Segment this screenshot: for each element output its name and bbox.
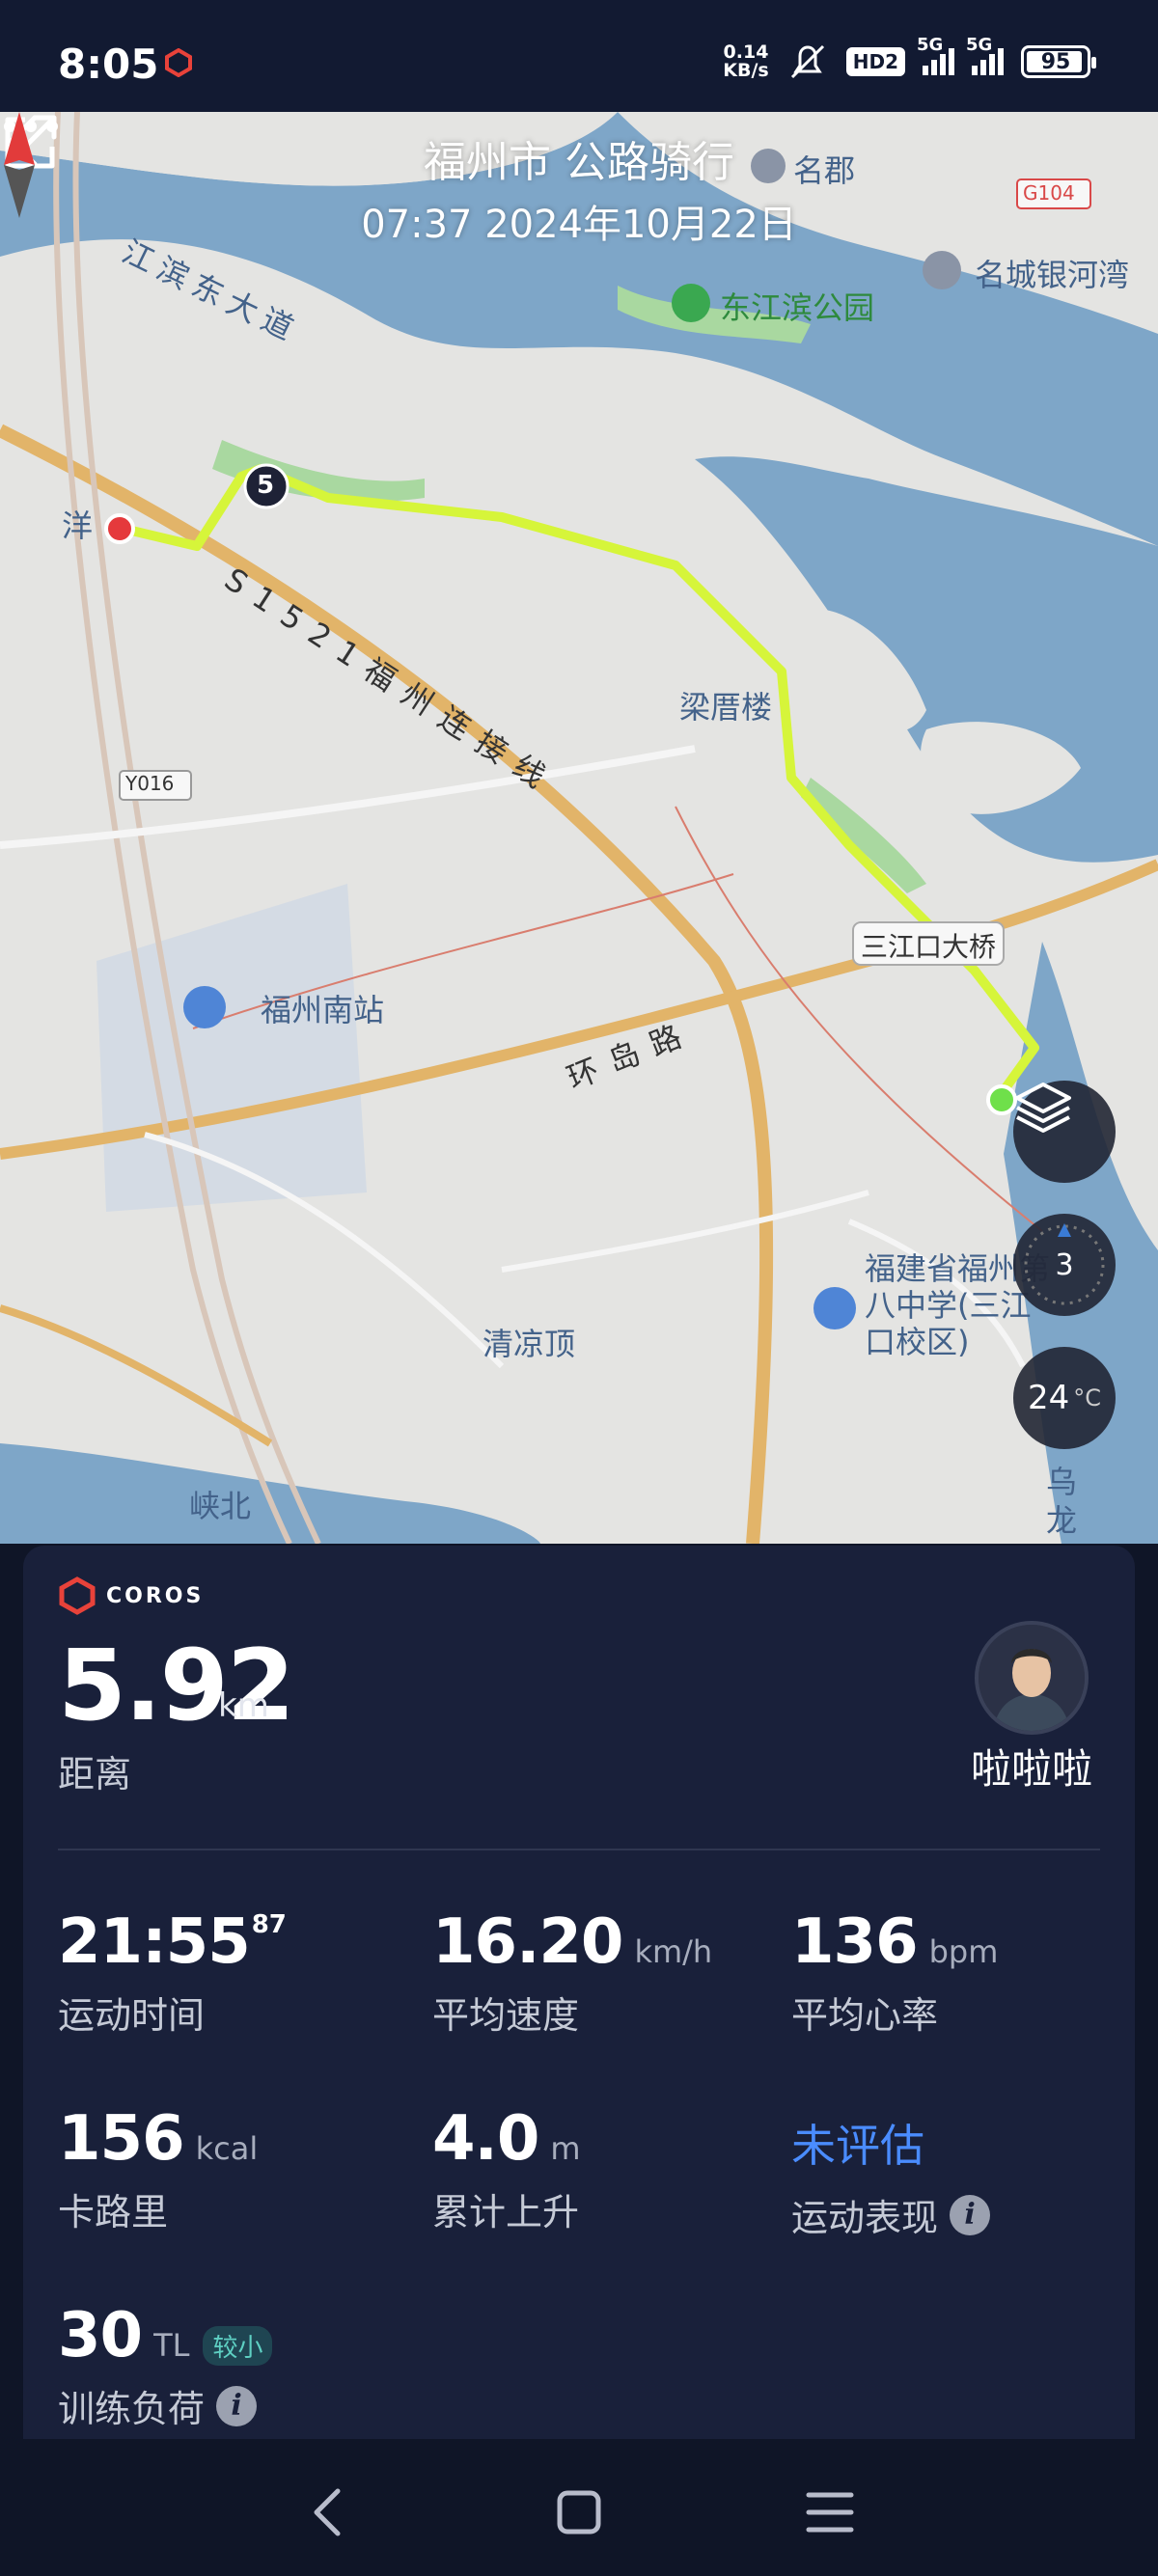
route-start-marker <box>986 1084 1017 1115</box>
signal-5g-2-icon: 5G <box>966 35 1004 75</box>
route-end-marker <box>104 513 135 544</box>
net-speed: 0.14 KB/s <box>723 41 769 81</box>
coros-brand-text: COROS <box>106 1583 205 1608</box>
coros-notification-icon <box>165 48 192 77</box>
status-icons: 0.14 KB/s HD2 5G 5G 95 <box>723 35 1096 81</box>
temperature-value: 24 <box>1027 1379 1070 1417</box>
stat-elevation-gain: 4.0 m 累计上升 <box>432 2103 581 2233</box>
map-level-button[interactable]: 3 <box>1013 1214 1116 1316</box>
hd-badge: HD2 <box>845 47 905 76</box>
mute-bell-icon <box>790 44 824 79</box>
coros-logo-icon <box>59 1576 96 1615</box>
stat-training-load: 30 TL 较小 训练负荷 i <box>58 2300 273 2432</box>
map-label-wulong: 乌龙 <box>1046 1464 1078 1539</box>
training-load-label: 训练负荷 <box>58 2388 206 2430</box>
performance-value[interactable]: 未评估 <box>791 2111 990 2175</box>
temperature-unit: °C <box>1073 1384 1102 1411</box>
nav-back-icon[interactable] <box>290 2474 367 2551</box>
temperature-badge: 24 °C <box>1013 1347 1116 1449</box>
status-bar: 8:05 0.14 KB/s HD2 5G 5G 95 <box>0 0 1158 112</box>
map-level-value: 3 <box>1055 1247 1074 1282</box>
layers-icon <box>1015 1082 1071 1133</box>
coros-brand: COROS <box>58 1576 204 1615</box>
stat-performance[interactable]: 未评估 运动表现 i <box>791 2111 991 2241</box>
info-icon[interactable]: i <box>216 2385 258 2426</box>
stat-calories: 156 kcal 卡路里 <box>58 2103 259 2233</box>
map-label-qingliang: 清凉顶 <box>482 1326 576 1362</box>
nav-menu-icon[interactable] <box>791 2474 868 2551</box>
map-label-dongjiang-park: 东江滨公园 <box>720 289 875 326</box>
signal-5g-1-icon: 5G <box>917 35 954 75</box>
system-nav-bar <box>0 2439 1158 2576</box>
map-label-yang: 洋 <box>62 507 94 544</box>
stat-avg-heart-rate: 136 bpm 平均心率 <box>791 1906 999 2037</box>
training-load-tag: 较小 <box>203 2326 273 2366</box>
avatar[interactable] <box>975 1621 1089 1735</box>
layers-button[interactable] <box>1013 1081 1116 1183</box>
user-name: 啦啦啦 <box>970 1745 1092 1793</box>
stat-avg-speed: 16.20 km/h 平均速度 <box>432 1906 713 2037</box>
distance-label: 距离 <box>58 1753 132 1795</box>
performance-label: 运动表现 <box>791 2197 939 2239</box>
activity-summary-panel: COROS 5.92 km 距离 啦啦啦 21:5587 运动时间 16.20 k… <box>23 1546 1135 2439</box>
map-label-y016: Y016 <box>125 772 175 795</box>
map-label-sanjiangkou: 三江口大桥 <box>861 931 997 963</box>
activity-datetime: 07:37 2024年10月22日 <box>361 203 797 247</box>
lap-marker-label: 5 <box>257 471 275 500</box>
compass-icon[interactable] <box>0 112 39 218</box>
stat-moving-time: 21:5587 运动时间 <box>58 1906 287 2037</box>
avatar-image <box>979 1625 1085 1731</box>
map-label-xiabei: 峡北 <box>189 1488 252 1524</box>
distance-unit: km <box>218 1686 269 1725</box>
divider <box>58 1849 1100 1850</box>
info-icon[interactable]: i <box>950 2194 991 2235</box>
map-label-fuzhou-south: 福州南站 <box>261 992 385 1028</box>
status-time: 8:05 <box>58 41 159 88</box>
nav-home-icon[interactable] <box>540 2474 618 2551</box>
map-label-mingcheng: 名城银河湾 <box>975 257 1130 293</box>
route-map[interactable]: 江滨东大道 名郡 名城银河湾 东江滨公园 G104 洋 5 S1521福州连接线… <box>0 112 1158 1544</box>
map-label-liangcuo: 梁厝楼 <box>679 689 773 726</box>
page-title: 福州市 公路骑行 <box>424 138 734 187</box>
battery-icon: 95 <box>1021 45 1096 78</box>
